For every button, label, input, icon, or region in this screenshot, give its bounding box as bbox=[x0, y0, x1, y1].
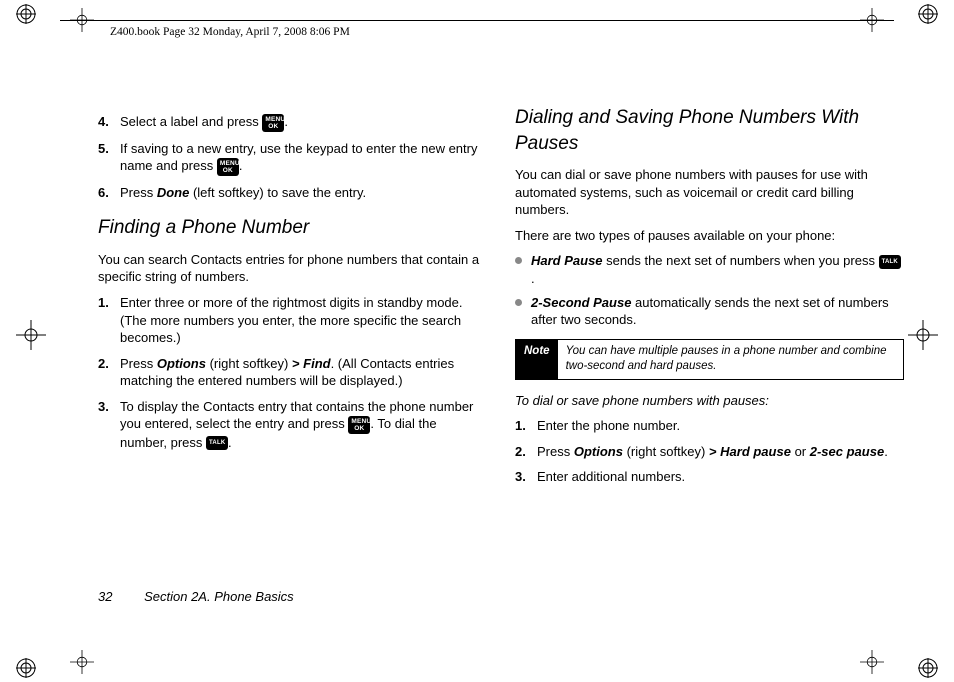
page-body: 4. Select a label and press MENUOK. 5. I… bbox=[98, 105, 904, 612]
crop-rosette-icon bbox=[16, 4, 36, 24]
crop-cross-icon bbox=[16, 320, 46, 350]
left-column: 4. Select a label and press MENUOK. 5. I… bbox=[98, 105, 487, 612]
menu-ok-key-icon: MENUOK bbox=[217, 158, 239, 176]
page-number: 32 bbox=[98, 589, 112, 604]
pause-desc: . bbox=[531, 271, 535, 286]
crop-rosette-icon bbox=[918, 4, 938, 24]
crop-cross-icon bbox=[860, 650, 884, 674]
subheading: To dial or save phone numbers with pause… bbox=[515, 392, 904, 410]
softkey-label: Options bbox=[574, 444, 623, 459]
pause-types-list: Hard Pause sends the next set of numbers… bbox=[515, 252, 904, 328]
crop-rosette-icon bbox=[16, 658, 36, 678]
pause-label: Hard Pause bbox=[531, 253, 603, 268]
step-number: 2. bbox=[515, 443, 526, 461]
types-intro: There are two types of pauses available … bbox=[515, 227, 904, 245]
note-box: Note You can have multiple pauses in a p… bbox=[515, 339, 904, 380]
crop-cross-icon bbox=[908, 320, 938, 350]
step-text: . bbox=[884, 444, 888, 459]
step-text: Enter the phone number. bbox=[537, 418, 680, 433]
step-text: (right softkey) bbox=[623, 444, 709, 459]
two-sec-pause-item: 2-Second Pause automatically sends the n… bbox=[515, 294, 904, 329]
continued-steps: 4. Select a label and press MENUOK. 5. I… bbox=[98, 113, 487, 201]
menu-item: Hard pause bbox=[720, 444, 791, 459]
find-steps: 1. Enter three or more of the rightmost … bbox=[98, 294, 487, 451]
step-text: . bbox=[228, 435, 232, 450]
talk-key-icon: TALK bbox=[879, 255, 901, 269]
menu-ok-key-icon: MENUOK bbox=[348, 416, 370, 434]
crop-rosette-icon bbox=[918, 658, 938, 678]
note-body: You can have multiple pauses in a phone … bbox=[558, 340, 903, 379]
step-text: Press bbox=[537, 444, 574, 459]
hard-pause-item: Hard Pause sends the next set of numbers… bbox=[515, 252, 904, 287]
page-footer: 32 Section 2A. Phone Basics bbox=[98, 589, 294, 604]
dial-step-2: 2. Press Options (right softkey) > Hard … bbox=[515, 443, 904, 461]
step-number: 4. bbox=[98, 113, 109, 131]
find-step-1: 1. Enter three or more of the rightmost … bbox=[98, 294, 487, 347]
intro-para: You can dial or save phone numbers with … bbox=[515, 166, 904, 219]
section-heading: Finding a Phone Number bbox=[98, 215, 487, 241]
section-label: Section 2A. Phone Basics bbox=[144, 589, 294, 604]
step-text: Enter three or more of the rightmost dig… bbox=[120, 295, 463, 345]
dial-step-1: 1. Enter the phone number. bbox=[515, 417, 904, 435]
step-text: . bbox=[239, 158, 243, 173]
step-4: 4. Select a label and press MENUOK. bbox=[98, 113, 487, 132]
step-number: 1. bbox=[98, 294, 109, 312]
softkey-label: Done bbox=[157, 185, 190, 200]
step-text: Select a label and press bbox=[120, 114, 262, 129]
step-number: 2. bbox=[98, 355, 109, 373]
pause-desc: sends the next set of numbers when you p… bbox=[603, 253, 879, 268]
talk-key-icon: TALK bbox=[206, 436, 228, 450]
pause-label: 2-Second Pause bbox=[531, 295, 631, 310]
step-text: (right softkey) bbox=[206, 356, 292, 371]
find-step-3: 3. To display the Contacts entry that co… bbox=[98, 398, 487, 452]
step-5: 5. If saving to a new entry, use the key… bbox=[98, 140, 487, 176]
step-number: 3. bbox=[515, 468, 526, 486]
intro-para: You can search Contacts entries for phon… bbox=[98, 251, 487, 286]
step-text: If saving to a new entry, use the keypad… bbox=[120, 141, 477, 174]
header-rule bbox=[60, 20, 894, 21]
menu-path-gt: > bbox=[709, 444, 717, 459]
step-text: . bbox=[284, 114, 288, 129]
find-step-2: 2. Press Options (right softkey) > Find.… bbox=[98, 355, 487, 390]
step-text: Press bbox=[120, 356, 157, 371]
step-number: 1. bbox=[515, 417, 526, 435]
step-text: Press bbox=[120, 185, 157, 200]
note-label: Note bbox=[516, 340, 558, 379]
menu-item: 2-sec pause bbox=[810, 444, 884, 459]
step-text: Enter additional numbers. bbox=[537, 469, 685, 484]
step-number: 5. bbox=[98, 140, 109, 158]
step-text: or bbox=[791, 444, 810, 459]
dial-step-3: 3. Enter additional numbers. bbox=[515, 468, 904, 486]
menu-path-gt: > bbox=[292, 356, 300, 371]
step-number: 6. bbox=[98, 184, 109, 202]
menu-item: Find bbox=[303, 356, 330, 371]
dial-steps: 1. Enter the phone number. 2. Press Opti… bbox=[515, 417, 904, 486]
step-number: 3. bbox=[98, 398, 109, 416]
step-6: 6. Press Done (left softkey) to save the… bbox=[98, 184, 487, 202]
section-heading: Dialing and Saving Phone Numbers With Pa… bbox=[515, 105, 904, 156]
running-head: Z400.book Page 32 Monday, April 7, 2008 … bbox=[110, 26, 350, 38]
crop-cross-icon bbox=[70, 650, 94, 674]
menu-ok-key-icon: MENUOK bbox=[262, 114, 284, 132]
right-column: Dialing and Saving Phone Numbers With Pa… bbox=[515, 105, 904, 612]
step-text: (left softkey) to save the entry. bbox=[189, 185, 366, 200]
softkey-label: Options bbox=[157, 356, 206, 371]
